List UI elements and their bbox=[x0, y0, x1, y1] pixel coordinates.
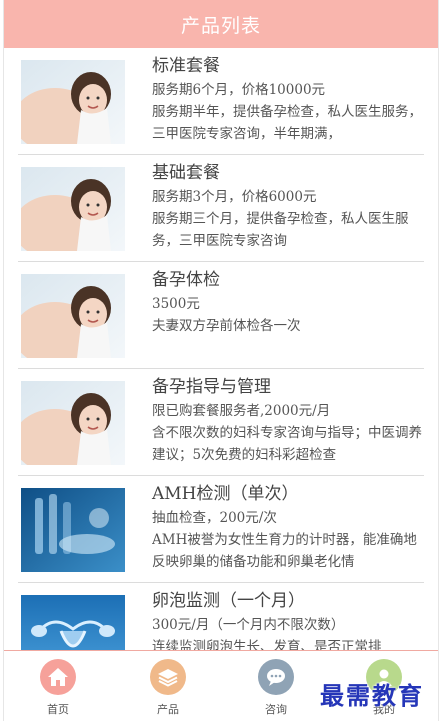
tab-home[interactable]: 首页 bbox=[18, 651, 98, 721]
product-info: 备孕指导与管理 限已购套餐服务者,2000元/月 含不限次数的妇科专家咨询与指导… bbox=[152, 375, 424, 466]
product-thumbnail bbox=[21, 488, 125, 572]
product-description: 服务期三个月，提供备孕检查，私人医生服务，三甲医院专家咨询 bbox=[152, 211, 409, 249]
product-price: 服务期3个月，价格6000元 bbox=[152, 189, 317, 205]
product-info: 标准套餐 服务期6个月，价格10000元 服务期半年，提供备孕检查，私人医生服务… bbox=[152, 54, 424, 145]
home-icon bbox=[40, 659, 76, 695]
product-thumbnail bbox=[21, 60, 125, 144]
product-thumbnail bbox=[21, 274, 125, 358]
header-bar: 产品列表 bbox=[4, 0, 438, 48]
product-info: 备孕体检 3500元 夫妻双方孕前体检各一次 bbox=[152, 268, 424, 337]
product-description: 服务期半年，提供备孕检查，私人医生服务，三甲医院专家咨询，半年期满， bbox=[152, 104, 422, 142]
product-thumbnail bbox=[21, 381, 125, 465]
product-title: 备孕体检 bbox=[152, 270, 220, 290]
product-item[interactable]: 卵泡监测（一个月） 300元/月（一个月内不限次数） 连续监测卵泡生长、发育、是… bbox=[18, 583, 424, 650]
product-description: 连续监测卵泡生长、发育、是否正常排 bbox=[152, 639, 382, 650]
product-price: 抽血检查，200元/次 bbox=[152, 510, 277, 526]
tab-products-label: 产品 bbox=[157, 703, 179, 716]
app-frame: 产品列表 标准套餐 服务期6个月，价格10000元 服务期半年，提供备孕检查，私… bbox=[3, 0, 439, 721]
product-list[interactable]: 标准套餐 服务期6个月，价格10000元 服务期半年，提供备孕检查，私人医生服务… bbox=[4, 48, 438, 650]
tab-products[interactable]: 产品 bbox=[128, 651, 208, 721]
product-price: 3500元 bbox=[152, 296, 200, 312]
tab-home-label: 首页 bbox=[47, 703, 69, 716]
product-item[interactable]: 标准套餐 服务期6个月，价格10000元 服务期半年，提供备孕检查，私人医生服务… bbox=[18, 48, 424, 155]
product-item[interactable]: 备孕体检 3500元 夫妻双方孕前体检各一次 bbox=[18, 262, 424, 369]
product-title: 标准套餐 bbox=[152, 56, 220, 76]
product-thumbnail bbox=[21, 595, 125, 650]
tab-consult-label: 咨询 bbox=[265, 703, 287, 716]
product-title: 卵泡监测（一个月） bbox=[152, 591, 305, 611]
product-item[interactable]: AMH检测（单次） 抽血检查，200元/次 AMH被誉为女性生育力的计时器，能准… bbox=[18, 476, 424, 583]
tab-consult[interactable]: 咨询 bbox=[236, 651, 316, 721]
layers-icon bbox=[150, 659, 186, 695]
product-description: 含不限次数的妇科专家咨询与指导；中医调养建议；5次免费的妇科彩超检查 bbox=[152, 425, 422, 463]
product-title: AMH检测（单次） bbox=[152, 484, 299, 504]
chat-icon bbox=[258, 659, 294, 695]
product-price: 300元/月（一个月内不限次数） bbox=[152, 617, 345, 633]
product-description: AMH被誉为女性生育力的计时器，能准确地反映卵巢的储备功能和卵巢老化情 bbox=[152, 532, 417, 570]
product-description: 夫妻双方孕前体检各一次 bbox=[152, 318, 301, 334]
product-info: AMH检测（单次） 抽血检查，200元/次 AMH被誉为女性生育力的计时器，能准… bbox=[152, 482, 424, 573]
product-thumbnail bbox=[21, 167, 125, 251]
page-title: 产品列表 bbox=[180, 14, 261, 37]
product-price: 服务期6个月，价格10000元 bbox=[152, 82, 326, 98]
product-info: 基础套餐 服务期3个月，价格6000元 服务期三个月，提供备孕检查，私人医生服务… bbox=[152, 161, 424, 252]
product-title: 备孕指导与管理 bbox=[152, 377, 271, 397]
product-item[interactable]: 备孕指导与管理 限已购套餐服务者,2000元/月 含不限次数的妇科专家咨询与指导… bbox=[18, 369, 424, 476]
product-info: 卵泡监测（一个月） 300元/月（一个月内不限次数） 连续监测卵泡生长、发育、是… bbox=[152, 589, 424, 650]
watermark: 最需教育 bbox=[320, 681, 424, 710]
product-item[interactable]: 基础套餐 服务期3个月，价格6000元 服务期三个月，提供备孕检查，私人医生服务… bbox=[18, 155, 424, 262]
product-price: 限已购套餐服务者,2000元/月 bbox=[152, 403, 331, 419]
product-title: 基础套餐 bbox=[152, 163, 220, 183]
